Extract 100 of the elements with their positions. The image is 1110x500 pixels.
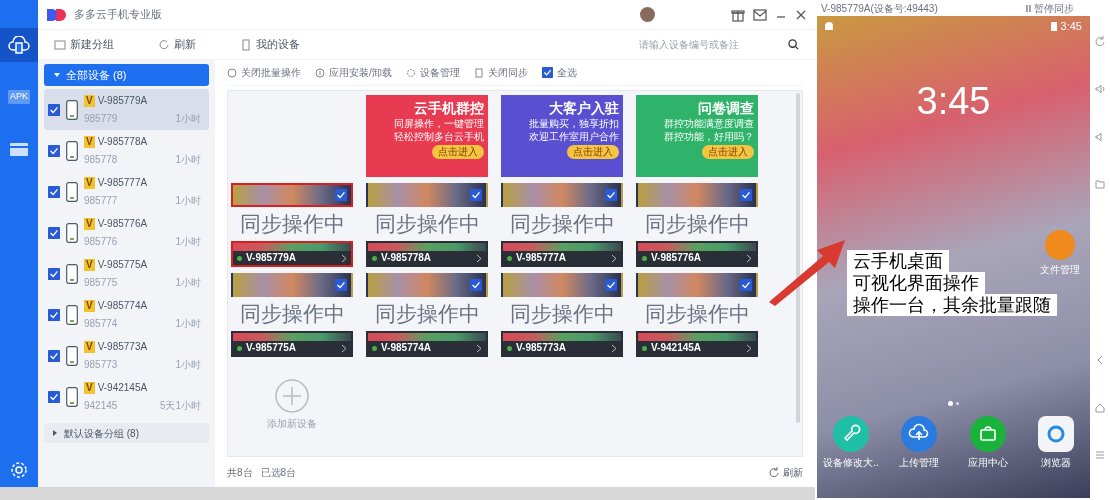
checkbox[interactable] xyxy=(48,185,60,198)
checkbox[interactable] xyxy=(740,189,752,201)
dock-app[interactable]: 应用中心 xyxy=(957,416,1018,470)
device-name: V-985776A xyxy=(97,217,148,231)
home-icon[interactable] xyxy=(1095,403,1105,413)
sync-status: 同步操作中 xyxy=(508,301,616,327)
refresh-button[interactable]: 刷新 xyxy=(769,464,803,480)
checkbox[interactable] xyxy=(335,279,347,291)
volume-down-icon[interactable] xyxy=(1095,132,1105,142)
vip-badge: V xyxy=(84,135,95,148)
device-id: 985778 xyxy=(84,153,118,167)
action-button[interactable]: 设备管理 xyxy=(405,65,460,80)
action-button[interactable]: 应用安装/卸载 xyxy=(315,65,392,80)
checkbox[interactable] xyxy=(48,308,60,321)
promo-banner[interactable]: 云手机群控 同屏操作，一键管理 轻松控制多台云手机 点击进入 xyxy=(366,95,488,177)
checkbox[interactable] xyxy=(48,390,60,403)
checkbox[interactable] xyxy=(48,226,60,239)
device-bar[interactable]: V-985779A xyxy=(231,241,353,267)
screen-thumbnail[interactable] xyxy=(231,183,353,207)
group-icon xyxy=(54,38,66,51)
phone-icon xyxy=(66,386,78,407)
checkbox[interactable] xyxy=(470,279,482,291)
toolbar-button[interactable]: 我的设备 xyxy=(240,36,300,53)
screen-thumbnail[interactable] xyxy=(501,273,623,297)
checkbox[interactable] xyxy=(605,189,617,201)
banner-text: 群控功能满意度调查 xyxy=(664,117,754,130)
checkbox[interactable] xyxy=(48,103,60,116)
screen-thumbnail[interactable] xyxy=(231,273,353,297)
checkbox[interactable] xyxy=(605,279,617,291)
device-bar[interactable]: V-985777A xyxy=(501,241,623,267)
device-bar[interactable]: V-985773A xyxy=(501,331,623,357)
select-all-label[interactable]: 全选 xyxy=(556,65,577,80)
device-bar[interactable]: V-942145A xyxy=(636,331,758,357)
sync-status: 同步操作中 xyxy=(643,211,751,237)
total-count: 共8台 xyxy=(227,465,253,480)
screen-thumbnail[interactable] xyxy=(636,183,758,207)
checkbox[interactable] xyxy=(470,189,482,201)
device-item[interactable]: V V-985777A 985777 1小时 xyxy=(44,171,209,212)
dock-app[interactable]: 设备修改大.. xyxy=(821,416,882,470)
checkbox[interactable] xyxy=(335,189,347,201)
triangle-icon[interactable] xyxy=(54,72,60,78)
device-item[interactable]: V V-985775A 985775 1小时 xyxy=(44,253,209,294)
toolbar-button[interactable]: 刷新 xyxy=(158,36,196,53)
triangle-icon[interactable] xyxy=(52,430,58,436)
device-item[interactable]: V V-985776A 985776 1小时 xyxy=(44,212,209,253)
search-icon[interactable] xyxy=(788,39,799,50)
enter-button[interactable]: 点击进入 xyxy=(432,145,484,159)
device-item[interactable]: V V-985774A 985774 1小时 xyxy=(44,294,209,335)
device-name: V-985777A xyxy=(516,252,568,264)
toolbar-button[interactable]: 新建分组 xyxy=(54,36,114,53)
enter-button[interactable]: 点击进入 xyxy=(567,145,619,159)
device-id: 985776 xyxy=(84,235,118,249)
group-header[interactable]: 全部设备 (8) xyxy=(44,64,209,86)
pause-sync-button[interactable]: 暂停同步 xyxy=(1026,0,1074,16)
device-item[interactable]: V V-942145A 942145 5天1小时 xyxy=(44,376,209,417)
promo-banner[interactable]: 问卷调查 群控功能满意度调查 群控功能，好用吗？ 点击进入 xyxy=(636,95,758,177)
mail-icon[interactable] xyxy=(753,8,767,21)
sync-status: 同步操作中 xyxy=(373,211,481,237)
banner-title: 问卷调查 xyxy=(698,99,754,117)
checkbox[interactable] xyxy=(740,279,752,291)
back-icon[interactable] xyxy=(1096,355,1104,365)
app-label: 浏览器 xyxy=(1040,456,1071,470)
dock-app[interactable]: 上传管理 xyxy=(889,416,950,470)
dock-app[interactable]: 浏览器 xyxy=(1025,416,1086,470)
enter-button[interactable]: 点击进入 xyxy=(702,145,754,159)
volume-up-icon[interactable] xyxy=(1095,84,1105,94)
action-button[interactable]: 关闭批量操作 xyxy=(227,65,301,80)
device-name: V-985775A xyxy=(246,342,298,354)
time-remaining: 1小时 xyxy=(175,276,201,290)
time-remaining: 1小时 xyxy=(175,358,201,372)
settings-icon[interactable] xyxy=(10,461,28,479)
device-bar[interactable]: V-985776A xyxy=(636,241,758,267)
checkbox[interactable] xyxy=(48,349,60,362)
group-row[interactable]: 默认设备分组 (8) xyxy=(44,423,209,443)
checkbox[interactable] xyxy=(48,144,60,157)
device-item[interactable]: V V-985773A 985773 1小时 xyxy=(44,335,209,376)
phone-icon xyxy=(66,345,78,366)
gift-icon[interactable] xyxy=(731,7,745,22)
search-field[interactable]: 请输入设备编号或备注 xyxy=(639,37,779,52)
action-button[interactable]: 关闭同步 xyxy=(473,65,528,80)
screen-thumbnail[interactable] xyxy=(636,273,758,297)
device-item[interactable]: V V-985778A 985778 1小时 xyxy=(44,130,209,171)
phone-icon xyxy=(66,99,78,120)
device-bar[interactable]: V-985778A xyxy=(366,241,488,267)
device-bar[interactable]: V-985774A xyxy=(366,331,488,357)
checkbox[interactable] xyxy=(48,267,60,280)
sync-status: 同步操作中 xyxy=(373,301,481,327)
device-id: 985774 xyxy=(84,317,118,331)
device-id: 985773 xyxy=(84,358,118,372)
device-bar[interactable]: V-985775A xyxy=(231,331,353,357)
screen-thumbnail[interactable] xyxy=(501,183,623,207)
screen-thumbnail[interactable] xyxy=(366,273,488,297)
rail-tab[interactable] xyxy=(0,28,38,62)
device-icon xyxy=(240,38,252,51)
close-icon[interactable] xyxy=(795,8,807,21)
promo-banner[interactable]: 大客户入驻 批量购买，独享折扣 欢迎工作室用户合作 点击进入 xyxy=(501,95,623,177)
screen-thumbnail[interactable] xyxy=(366,183,488,207)
checkbox[interactable] xyxy=(541,67,553,78)
refresh-icon[interactable] xyxy=(1095,36,1105,46)
refresh-icon xyxy=(158,38,170,51)
